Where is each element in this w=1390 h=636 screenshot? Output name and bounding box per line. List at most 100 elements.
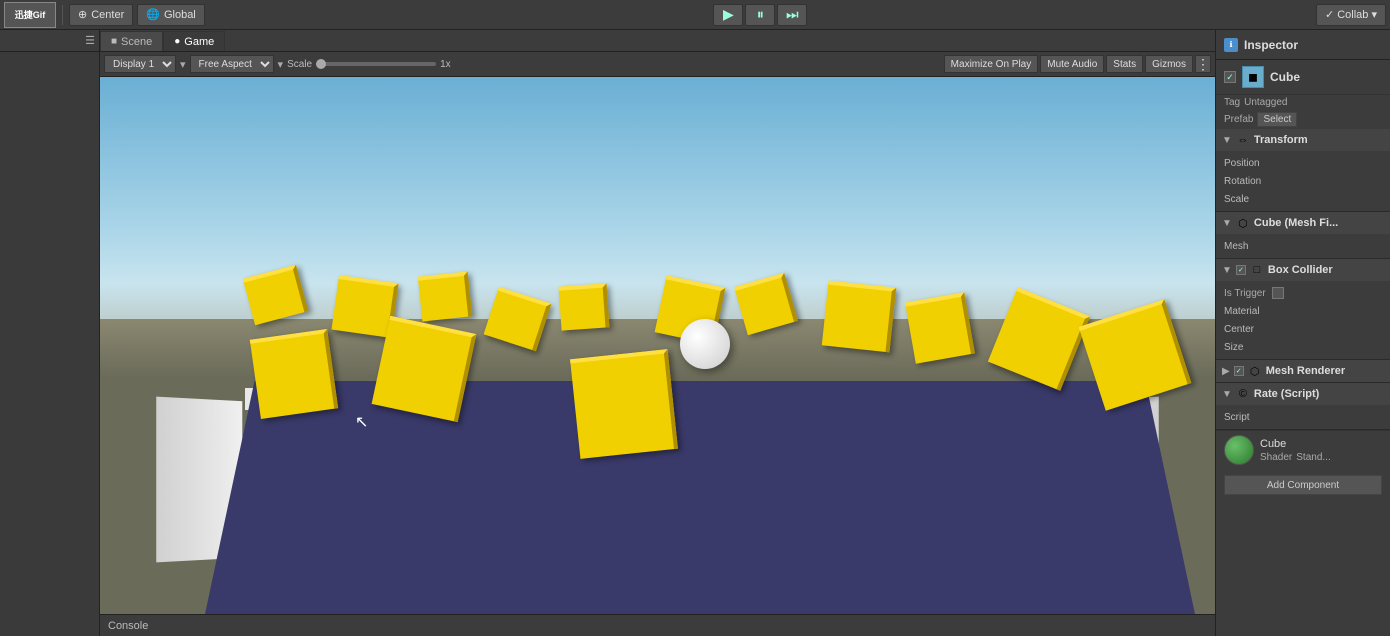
inspector-title: Inspector [1244, 38, 1298, 52]
shader-label: Shader [1260, 452, 1292, 463]
collider-material-label: Material [1224, 306, 1289, 317]
collider-size-label: Size [1224, 342, 1289, 353]
rotation-label: Rotation [1224, 176, 1289, 187]
material-info: Cube Shader Stand... [1260, 438, 1331, 463]
mesh-renderer-title: Mesh Renderer [1266, 365, 1345, 377]
scale-slider[interactable] [316, 62, 436, 66]
mesh-filter-icon: ⬡ [1236, 216, 1250, 230]
box-collider-title: Box Collider [1268, 264, 1333, 276]
sphere-object [680, 319, 730, 369]
aspect-select[interactable]: Free Aspect [190, 55, 274, 73]
center-area: ■ Scene ● Game Display 1 ▾ Free Aspect ▾… [100, 30, 1215, 636]
center-button[interactable]: ⊕ Center [69, 4, 133, 26]
list-item [570, 349, 678, 459]
app-logo: 迅捷Gif [4, 2, 56, 28]
scale-label: Scale [287, 59, 312, 70]
game-toolbar: Display 1 ▾ Free Aspect ▾ Scale 1x Maxim… [100, 52, 1215, 77]
maximize-on-play-button[interactable]: Maximize On Play [944, 55, 1039, 73]
sidebar-menu-icon[interactable]: ☰ [85, 34, 95, 47]
box-collider-enabled-checkbox[interactable]: ✓ [1236, 265, 1246, 275]
is-trigger-checkbox[interactable] [1272, 287, 1284, 299]
inspector-icon: ℹ [1224, 38, 1238, 52]
mesh-row: Mesh [1224, 237, 1382, 255]
scale-thumb [316, 59, 326, 69]
box-collider-section: ▼ ✓ □ Box Collider Is Trigger Material C… [1216, 259, 1390, 360]
console-bar[interactable]: Console [100, 614, 1215, 636]
tab-game[interactable]: ● Game [163, 31, 225, 51]
material-preview-ball [1224, 435, 1254, 465]
game-tab-icon: ● [174, 36, 180, 47]
toolbar-right: ✓ Collab ▾ [1316, 4, 1386, 26]
tag-value: Untagged [1244, 97, 1287, 108]
add-component-button[interactable]: Add Component [1224, 475, 1382, 495]
pause-button[interactable]: ⏸ [745, 4, 775, 26]
center-icon: ⊕ [78, 8, 87, 21]
script-label: Script [1224, 412, 1289, 423]
rate-script-body: Script [1216, 405, 1390, 429]
tab-scene[interactable]: ■ Scene [100, 31, 163, 51]
material-name: Cube [1260, 438, 1331, 450]
aspect-arrow: ▾ [278, 58, 284, 71]
top-toolbar: 迅捷Gif ⊕ Center 🌐 Global ▶ ⏸ ⏭ ✓ Collab ▾ [0, 0, 1390, 30]
shader-value: Stand... [1296, 452, 1330, 463]
center-label: Center [91, 9, 124, 21]
transform-arrow-icon: ▼ [1222, 135, 1232, 146]
is-trigger-row: Is Trigger [1224, 284, 1382, 302]
add-component-row: Add Component [1216, 469, 1390, 501]
prefab-label: Prefab [1224, 114, 1253, 125]
prefab-select-button[interactable]: Select [1257, 112, 1297, 127]
scale-label: Scale [1224, 194, 1289, 205]
mute-audio-button[interactable]: Mute Audio [1040, 55, 1104, 73]
transform-section-header[interactable]: ▼ ⇔ Transform [1216, 129, 1390, 151]
collider-center-label: Center [1224, 324, 1289, 335]
mesh-renderer-icon: ⬡ [1248, 364, 1262, 378]
box-collider-header[interactable]: ▼ ✓ □ Box Collider [1216, 259, 1390, 281]
step-icon: ⏭ [786, 6, 799, 23]
list-item [250, 329, 338, 419]
collider-size-row: Size [1224, 338, 1382, 356]
object-name: Cube [1270, 70, 1300, 84]
gizmos-button[interactable]: Gizmos [1145, 55, 1193, 73]
main-area: ☰ ■ Scene ● Game Display 1 ▾ Free Aspect [0, 30, 1390, 636]
mesh-filter-body: Mesh [1216, 234, 1390, 258]
rate-script-icon: © [1236, 387, 1250, 401]
scene-tab-icon: ■ [111, 36, 117, 47]
display-select[interactable]: Display 1 [104, 55, 176, 73]
scale-value: 1x [440, 59, 451, 70]
mesh-filter-title: Cube (Mesh Fi... [1254, 217, 1338, 229]
rate-script-header[interactable]: ▼ © Rate (Script) [1216, 383, 1390, 405]
play-button[interactable]: ▶ [713, 4, 743, 26]
material-row: Cube Shader Stand... [1216, 430, 1390, 469]
inspector-header: ℹ Inspector [1216, 30, 1390, 60]
global-button[interactable]: 🌐 Global [137, 4, 205, 26]
overflow-button[interactable]: ⋮ [1195, 55, 1211, 73]
list-item [372, 316, 477, 422]
left-sidebar: ☰ [0, 30, 100, 636]
global-label: Global [164, 9, 196, 21]
sidebar-content [0, 52, 99, 636]
mesh-renderer-header[interactable]: ▶ ✓ ⬡ Mesh Renderer [1216, 360, 1390, 382]
collider-material-row: Material [1224, 302, 1382, 320]
mesh-filter-arrow-icon: ▼ [1222, 218, 1232, 229]
list-item [905, 292, 975, 363]
list-item [418, 272, 472, 322]
transform-section: ▼ ⇔ Transform Position Rotation Scale [1216, 129, 1390, 212]
rate-script-section: ▼ © Rate (Script) Script [1216, 383, 1390, 430]
prefab-row: Prefab Select [1216, 110, 1390, 129]
pause-icon: ⏸ [757, 6, 764, 23]
collab-button[interactable]: ✓ Collab ▾ [1316, 4, 1386, 26]
game-view[interactable]: ↖ [100, 77, 1215, 614]
mesh-filter-header[interactable]: ▼ ⬡ Cube (Mesh Fi... [1216, 212, 1390, 234]
box-collider-arrow-icon: ▼ [1222, 265, 1232, 276]
stats-button[interactable]: Stats [1106, 55, 1143, 73]
transform-icon: ⇔ [1236, 133, 1250, 147]
collider-center-row: Center [1224, 320, 1382, 338]
global-icon: 🌐 [146, 8, 160, 21]
step-button[interactable]: ⏭ [777, 4, 807, 26]
object-enabled-checkbox[interactable]: ✓ [1224, 71, 1236, 83]
scale-bar: Scale 1x [287, 59, 451, 70]
mesh-renderer-enabled-checkbox[interactable]: ✓ [1234, 366, 1244, 376]
list-item [822, 281, 896, 353]
console-label: Console [108, 620, 148, 632]
playback-controls: ▶ ⏸ ⏭ [209, 4, 1312, 26]
